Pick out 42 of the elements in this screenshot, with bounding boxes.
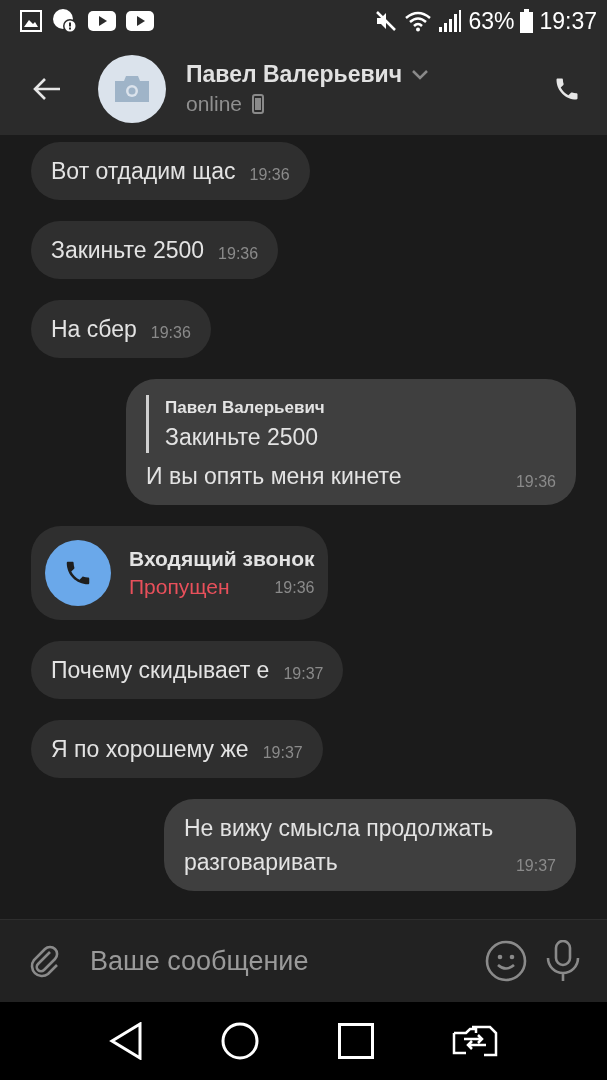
back-nav-icon[interactable]	[109, 1022, 144, 1060]
message-text: Почему скидывает е	[51, 657, 270, 683]
camera-icon	[115, 75, 149, 102]
message-composer[interactable]: Ваше сообщение	[0, 919, 607, 1002]
battery-percent: 63%	[468, 7, 515, 35]
microphone-icon[interactable]	[545, 940, 581, 982]
message-text: И вы опять меня кинете	[146, 462, 402, 491]
message-time: 19:36	[218, 245, 259, 263]
message-time: 19:36	[274, 579, 315, 597]
message-text: Я по хорошему же	[51, 736, 249, 762]
message-time: 19:36	[515, 473, 556, 491]
signal-icon	[438, 9, 463, 33]
video-icon	[126, 10, 154, 32]
phone-device-icon	[252, 94, 265, 114]
presence-status: online	[186, 92, 243, 116]
back-arrow-icon	[32, 76, 62, 101]
message-time: 19:36	[249, 166, 290, 184]
gallery-icon	[20, 10, 42, 32]
clock: 19:37	[539, 7, 597, 35]
message-input[interactable]: Ваше сообщение	[80, 939, 467, 983]
message-text: На сбер	[51, 316, 137, 342]
message-text: Не вижу смысла продолжать разговаривать	[184, 815, 494, 875]
alert-icon	[52, 8, 78, 34]
message-time: 19:37	[515, 857, 556, 875]
message-text: Закиньте 2500	[51, 237, 205, 263]
quote-text: Закиньте 2500	[165, 423, 320, 452]
wifi-icon	[404, 10, 433, 32]
battery-icon	[520, 9, 534, 33]
message-time: 19:37	[283, 665, 324, 683]
call-status: Пропущен	[129, 575, 230, 599]
home-nav-icon[interactable]	[221, 1022, 260, 1060]
quote-author: Павел Валерьевич	[165, 397, 326, 419]
recents-nav-icon[interactable]	[337, 1023, 374, 1059]
contact-name[interactable]: Павел Валерьевич	[186, 61, 403, 88]
switch-sim-icon[interactable]	[451, 1025, 498, 1057]
chevron-down-icon[interactable]	[412, 69, 429, 80]
video-icon	[88, 10, 116, 32]
call-title: Входящий звонок	[129, 547, 315, 571]
message-text: Вот отдадим щас	[51, 158, 236, 184]
emoji-icon[interactable]	[485, 940, 527, 982]
message-time: 19:36	[150, 324, 191, 342]
message-time: 19:37	[262, 744, 303, 762]
